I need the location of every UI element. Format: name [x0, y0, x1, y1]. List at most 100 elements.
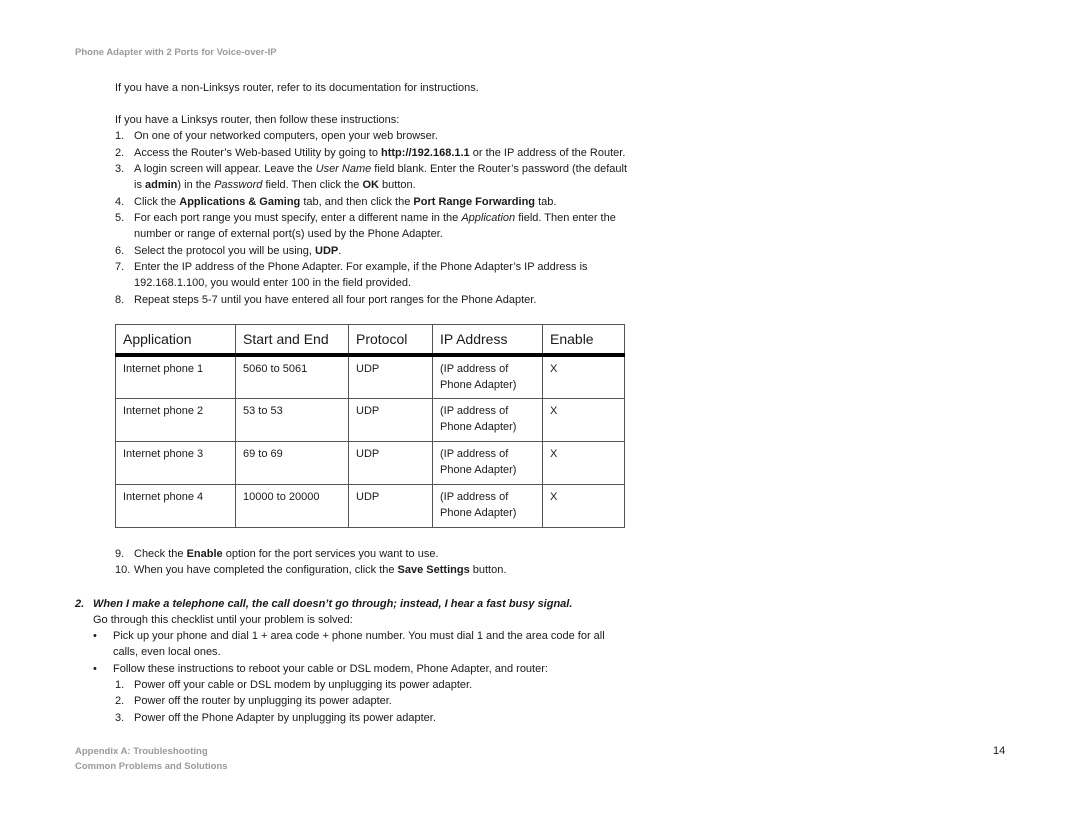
cell-enable: X: [542, 397, 625, 442]
reboot-step-text: Power off your cable or DSL modem by unp…: [134, 679, 473, 691]
step-text-continued: is admin) in the Password field. Then cl…: [134, 177, 416, 193]
column-header-ip-address: IP Address: [432, 324, 543, 357]
cell-application: Internet phone 1: [115, 354, 236, 399]
intro-non-linksys: If you have a non-Linksys router, refer …: [115, 82, 479, 94]
step-number: 10.: [115, 564, 131, 576]
reboot-step-number: 1.: [115, 679, 125, 691]
table-row: Internet phone 4 10000 to 20000 UDP (IP add…: [115, 483, 625, 528]
step-number: 8.: [115, 294, 125, 306]
step-number: 3.: [115, 163, 125, 175]
column-header-protocol: Protocol: [348, 324, 433, 357]
reboot-step-text: Power off the Phone Adapter by unpluggin…: [134, 712, 436, 724]
text-run: number or range of external port(s) used…: [134, 228, 443, 241]
step-text: Access the Router’s Web-based Utility by…: [134, 145, 625, 161]
step-text: Check the Enable option for the port ser…: [134, 546, 439, 562]
cell-protocol: UDP: [348, 354, 433, 399]
text-run: Enter the IP address of the Phone Adapte…: [134, 261, 588, 273]
step-text: When you have completed the configuratio…: [134, 562, 506, 578]
step-number: 6.: [115, 245, 125, 257]
column-header-start-end: Start and End: [235, 324, 349, 357]
bold-text: Port Range Forwarding: [413, 196, 536, 208]
cell-application: Internet phone 3: [115, 440, 236, 485]
bullet-text: Pick up your phone and dial 1 + area cod…: [113, 630, 605, 642]
question-lead: Go through this checklist until your pro…: [93, 614, 353, 626]
bold-text: Enable: [186, 548, 223, 560]
step-text: Repeat steps 5-7 until you have entered …: [134, 292, 536, 308]
bullet-text-continued: calls, even local ones.: [113, 646, 221, 659]
cell-start-end: 53 to 53: [235, 397, 349, 442]
column-header-enable: Enable: [542, 324, 625, 357]
reboot-step-number: 2.: [115, 695, 125, 707]
text-run: button.: [469, 564, 507, 576]
text-run: field. Then enter the: [515, 212, 616, 224]
text-run: For each port range you must specify, en…: [134, 212, 462, 224]
text-run: On one of your networked computers, open…: [134, 130, 438, 142]
step-number: 2.: [115, 147, 125, 159]
text-run: Access the Router’s Web-based Utility by…: [134, 147, 382, 159]
table-row: Internet phone 2 53 to 53 UDP (IP address o…: [115, 397, 625, 442]
text-run: When you have completed the configuratio…: [134, 564, 398, 576]
table-header-row: Application Start and End Protocol IP Ad…: [115, 324, 625, 357]
table-row: Internet phone 3 69 to 69 UDP (IP address o…: [115, 440, 625, 485]
text-run: Click the: [134, 196, 180, 208]
cell-enable: X: [542, 440, 625, 485]
text-run: Repeat steps 5-7 until you have entered …: [134, 294, 537, 306]
reboot-step-text: Power off the router by unplugging its p…: [134, 695, 392, 707]
footer: Appendix A: Troubleshooting Common Probl…: [75, 744, 228, 774]
bullet-icon: •: [93, 663, 97, 675]
bullet-icon: •: [93, 630, 97, 642]
text-run: field blank. Enter the Router’s password…: [371, 163, 628, 175]
step-number: 9.: [115, 548, 125, 560]
step-text-continued: 192.168.1.100, you would enter 100 in th…: [134, 275, 411, 291]
text-run: 192.168.1.100, you would enter 100 in th…: [134, 277, 412, 290]
step-text: For each port range you must specify, en…: [134, 210, 616, 226]
bold-text: Applications & Gaming: [179, 196, 301, 208]
step-text: Select the protocol you will be using, U…: [134, 243, 341, 259]
page-number: 14: [993, 745, 1006, 757]
bold-text: admin: [145, 179, 178, 192]
cell-ip-address: (IP address of Phone Adapter): [432, 440, 543, 485]
question-title: When I make a telephone call, the call d…: [93, 598, 573, 610]
port-range-table: Application Start and End Protocol IP Ad…: [115, 324, 625, 528]
text-run: tab.: [535, 196, 557, 208]
running-header: Phone Adapter with 2 Ports for Voice-ove…: [75, 47, 277, 58]
cell-start-end: 5060 to 5061: [235, 354, 349, 399]
bold-text: OK: [362, 179, 379, 192]
bold-text: Save Settings: [397, 564, 470, 576]
cell-ip-address: (IP address of Phone Adapter): [432, 483, 543, 528]
text-run: tab, and then click the: [300, 196, 414, 208]
text-run: .: [338, 245, 342, 257]
cell-start-end: 10000 to 20000: [235, 483, 349, 528]
intro-linksys: If you have a Linksys router, then follo…: [115, 114, 400, 126]
cell-protocol: UDP: [348, 483, 433, 528]
bold-text: UDP: [315, 245, 339, 257]
cell-enable: X: [542, 354, 625, 399]
table-row: Internet phone 1 5060 to 5061 UDP (IP addre…: [115, 354, 625, 399]
cell-protocol: UDP: [348, 440, 433, 485]
cell-protocol: UDP: [348, 397, 433, 442]
text-run: is: [134, 179, 145, 192]
footer-section: Appendix A: Troubleshooting: [75, 746, 208, 757]
column-header-application: Application: [115, 324, 236, 357]
step-text: On one of your networked computers, open…: [134, 128, 438, 144]
italic-text: User Name: [315, 163, 372, 175]
cell-application: Internet phone 4: [115, 483, 236, 528]
text-run: button.: [378, 179, 416, 192]
footer-subsection: Common Problems and Solutions: [75, 761, 228, 772]
cell-application: Internet phone 2: [115, 397, 236, 442]
text-run: option for the port services you want to…: [222, 548, 439, 560]
text-run: ) in the: [177, 179, 215, 192]
step-text: Enter the IP address of the Phone Adapte…: [134, 259, 588, 275]
italic-text: Password: [214, 179, 263, 192]
step-number: 5.: [115, 212, 125, 224]
step-text: Click the Applications & Gaming tab, and…: [134, 194, 556, 210]
step-text: A login screen will appear. Leave the Us…: [134, 161, 627, 177]
cell-enable: X: [542, 483, 625, 528]
text-run: or the IP address of the Router.: [469, 147, 626, 159]
reboot-step-number: 3.: [115, 712, 125, 724]
text-run: Check the: [134, 548, 187, 560]
cell-ip-address: (IP address of Phone Adapter): [432, 354, 543, 399]
cell-ip-address: (IP address of Phone Adapter): [432, 397, 543, 442]
step-number: 7.: [115, 261, 125, 273]
bullet-text: Follow these instructions to reboot your…: [113, 663, 548, 675]
